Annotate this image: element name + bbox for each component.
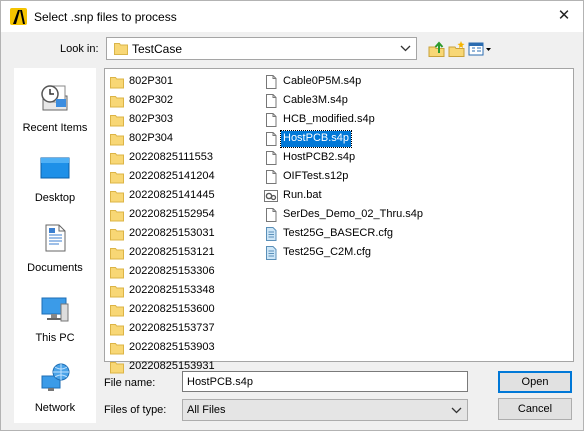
item-name: Test25G_BASECR.cfg [283,227,394,239]
place-desktop[interactable]: Desktop [14,146,96,214]
folder-icon [109,93,125,109]
place-label: Network [34,402,76,414]
batch-file-icon [263,188,279,204]
folder-icon [109,245,125,261]
item-name: HostPCB.s4p [279,130,353,148]
folder-icon [109,226,125,242]
window-title: Select .snp files to process [34,10,177,24]
item-name: 802P302 [129,94,174,106]
close-button[interactable]: ✕ [551,5,577,27]
place-label: This PC [35,332,75,344]
file-name-input[interactable] [182,371,468,392]
look-in-value: TestCase [132,42,183,56]
files-of-type-label: Files of type: [104,404,167,416]
new-folder-icon[interactable] [447,39,467,59]
item-name: 20220825153600 [129,303,215,315]
item-name: 20220825153121 [129,246,215,258]
file-open-dialog: Select .snp files to process ✕ Look in: … [0,0,584,431]
folder-icon [109,169,125,185]
item-name: 20220825111553 [129,151,214,163]
item-name: 20220825141445 [129,189,215,201]
folder-icon [109,150,125,166]
item-name: 802P301 [129,75,174,87]
item-name: OIFTest.s12p [283,170,349,182]
item-name: 802P303 [129,113,174,125]
folder-icon [109,321,125,337]
folder-icon [109,112,125,128]
chevron-down-icon[interactable] [397,40,414,57]
open-button[interactable]: Open [498,371,572,393]
folder-icon [109,188,125,204]
network-icon [39,362,71,394]
item-name: 802P304 [129,132,174,144]
look-in-label: Look in: [60,43,99,55]
item-name: Test25G_C2M.cfg [283,246,372,258]
folder-icon [109,340,125,356]
document-icon [263,207,279,223]
item-name: 20220825141204 [129,170,215,182]
place-label: Recent Items [22,122,88,134]
item-name: Cable3M.s4p [283,94,348,106]
document-icon [263,93,279,109]
place-network[interactable]: Network [14,356,96,424]
item-name: 20220825153306 [129,265,215,277]
item-name: 20220825153737 [129,322,215,334]
folder-icon [109,207,125,223]
folder-icon [109,283,125,299]
place-documents[interactable]: Documents [14,216,96,284]
item-name: Run.bat [283,189,322,201]
documents-icon [39,222,71,254]
item-name: SerDes_Demo_02_Thru.s4p [283,208,424,220]
item-name: 20220825153903 [129,341,215,353]
place-recent-items[interactable]: Recent Items [14,76,96,144]
item-name: Cable0P5M.s4p [283,75,362,87]
recent-items-icon [39,82,71,114]
place-label: Documents [27,262,83,274]
item-name: HostPCB2.s4p [283,151,356,163]
item-name: 20220825152954 [129,208,215,220]
app-logo-icon [10,8,27,25]
folder-icon [109,359,125,375]
document-icon [263,169,279,185]
place-this-pc[interactable]: This PC [14,286,96,354]
item-name: 20220825153348 [129,284,215,296]
document-icon [263,150,279,166]
look-in-dropdown[interactable]: TestCase [106,37,417,60]
folder-icon [109,131,125,147]
files-of-type-dropdown[interactable]: All Files [182,399,468,421]
document-icon [263,131,279,147]
cancel-button[interactable]: Cancel [498,398,572,420]
document-icon [263,112,279,128]
up-folder-icon[interactable] [427,39,447,59]
folder-icon [109,74,125,90]
folder-icon [109,302,125,318]
file-list[interactable]: 802P301 802P302 802P303 802P304 202208251115… [104,68,574,374]
chevron-down-icon[interactable] [448,402,465,419]
config-file-icon [263,226,279,242]
file-name-label: File name: [104,377,156,389]
places-bar: Recent Items Desktop Documents This PC N… [14,68,96,423]
item-name: 20220825153031 [129,227,215,239]
this-pc-icon [39,292,71,324]
title-bar: Select .snp files to process ✕ [1,1,583,32]
folder-icon [109,264,125,280]
desktop-icon [39,152,71,184]
document-icon [263,74,279,90]
place-label: Desktop [34,192,76,204]
files-of-type-value: All Files [187,404,226,416]
config-file-icon [263,245,279,261]
folder-icon [114,42,128,58]
item-name: HCB_modified.s4p [283,113,375,125]
view-menu-icon[interactable] [467,39,493,59]
